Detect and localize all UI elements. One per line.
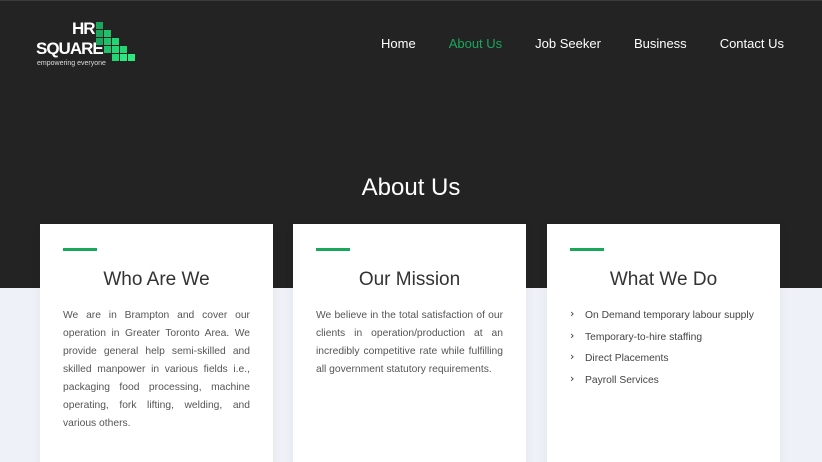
- nav-about-us[interactable]: About Us: [449, 36, 502, 52]
- card-body: We are in Brampton and cover our operati…: [63, 310, 250, 429]
- nav-home[interactable]: Home: [381, 36, 416, 52]
- logo-blocks-icon: [96, 22, 135, 61]
- card-who-are-we: Who Are We We are in Brampton and cover …: [40, 224, 273, 462]
- card-accent-bar: [570, 248, 604, 251]
- logo-tagline: empowering everyone: [37, 60, 106, 67]
- card-title: Our Mission: [358, 269, 461, 290]
- list-item: › Payroll Services: [570, 372, 760, 390]
- nav-job-seeker[interactable]: Job Seeker: [535, 36, 601, 52]
- list-item: › Direct Placements: [570, 350, 760, 368]
- card-accent-bar: [316, 248, 350, 251]
- list-item-label: On Demand temporary labour supply: [585, 310, 754, 321]
- main-nav: Home About Us Job Seeker Business Contac…: [348, 36, 784, 52]
- logo-text-square: SQUARE: [36, 39, 104, 58]
- page-title: About Us: [361, 174, 461, 201]
- card-body: We believe in the total satisfaction of …: [316, 310, 503, 375]
- chevron-right-icon: ›: [570, 350, 575, 363]
- nav-business[interactable]: Business: [634, 36, 687, 52]
- list-item: › Temporary-to-hire staffing: [570, 329, 760, 347]
- list-item-label: Temporary-to-hire staffing: [585, 331, 703, 343]
- list-item: › On Demand temporary labour supply: [570, 307, 760, 325]
- card-what-we-do: What We Do › On Demand temporary labour s…: [547, 224, 780, 462]
- services-list: › On Demand temporary labour supply › Temp…: [570, 307, 760, 393]
- card-accent-bar: [63, 248, 97, 251]
- card-title: What We Do: [609, 269, 718, 290]
- list-item-label: Payroll Services: [585, 374, 659, 386]
- chevron-right-icon: ›: [570, 307, 575, 320]
- logo[interactable]: HR SQUARE empowering everyone: [36, 20, 138, 70]
- list-item-label: Direct Placements: [585, 353, 669, 364]
- chevron-right-icon: ›: [570, 371, 575, 385]
- card-title: Who Are We: [103, 269, 210, 290]
- nav-contact-us[interactable]: Contact Us: [720, 36, 784, 52]
- card-our-mission: Our Mission We believe in the total sati…: [293, 224, 526, 462]
- logo-text-hr: HR: [72, 19, 96, 38]
- chevron-right-icon: ›: [570, 328, 575, 342]
